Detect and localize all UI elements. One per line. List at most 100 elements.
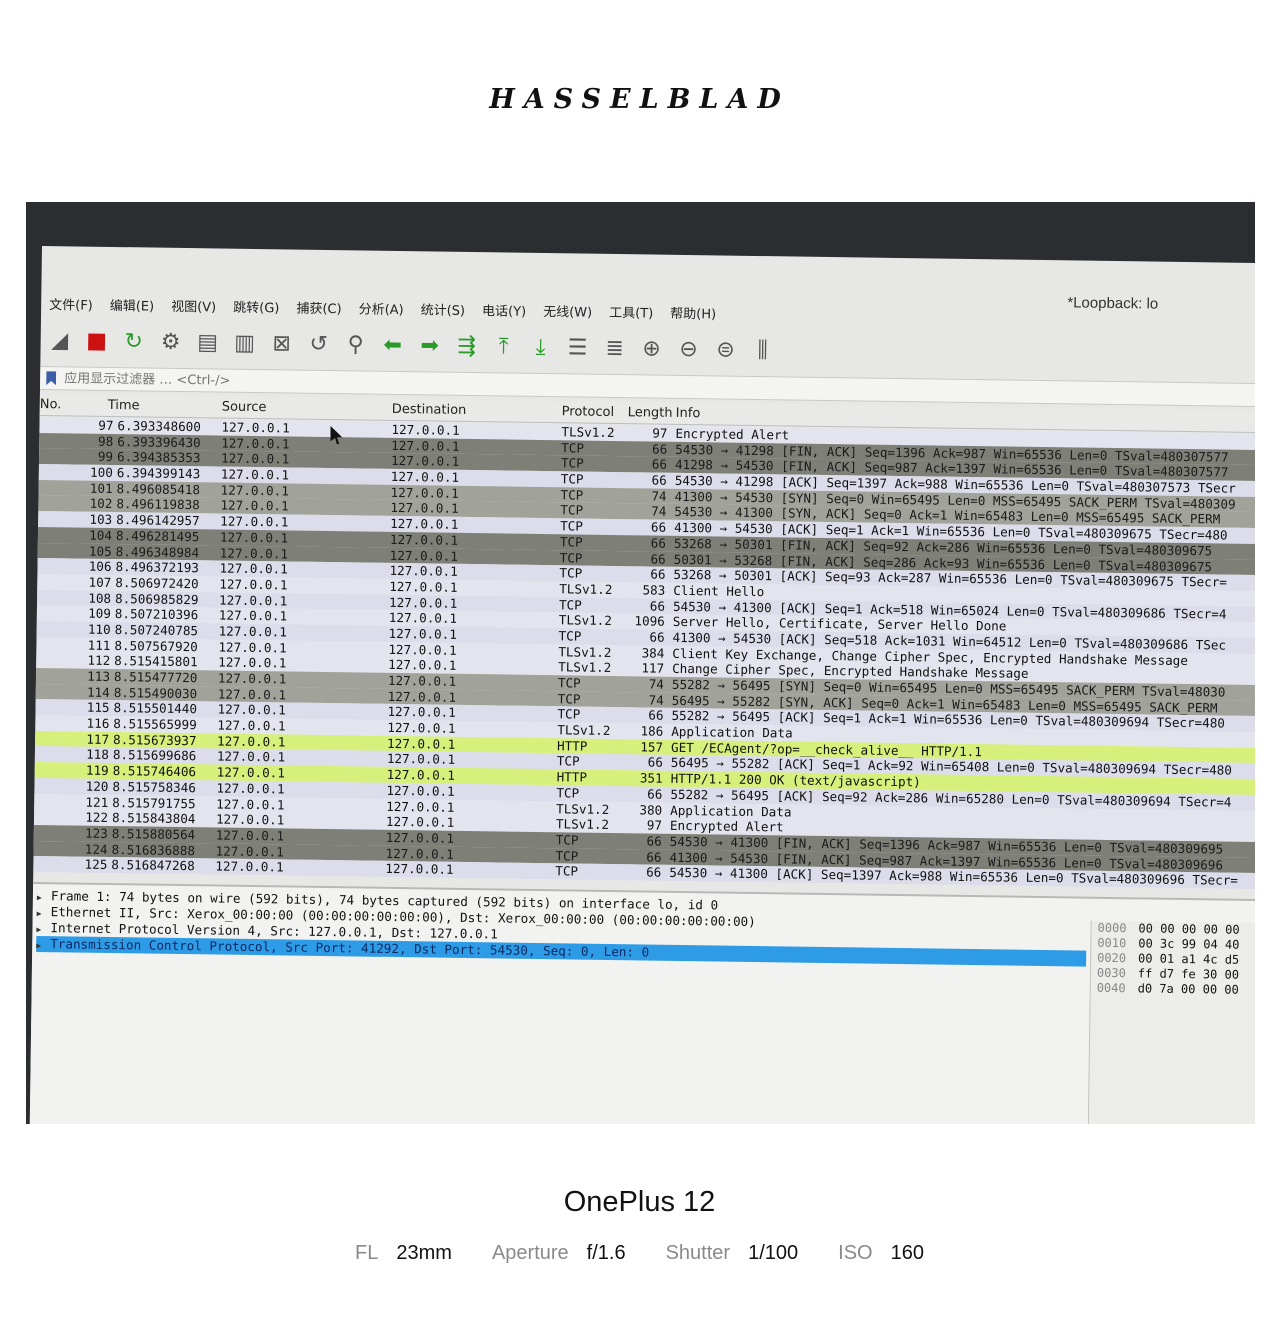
packet-destination: 127.0.0.1 xyxy=(391,437,460,454)
stop-capture-icon[interactable]: ■ xyxy=(81,327,111,357)
packet-protocol: TLSv1.2 xyxy=(559,581,613,597)
restart-capture-icon[interactable]: ↻ xyxy=(118,327,148,357)
packet-info: Application Data xyxy=(671,723,793,741)
zoom-reset-icon[interactable]: ⊜ xyxy=(710,335,740,365)
go-last-packet-icon[interactable]: ⤓ xyxy=(525,333,555,363)
menu-item[interactable]: 统计(S) xyxy=(421,299,466,322)
packet-source: 127.0.0.1 xyxy=(216,795,285,812)
close-file-icon[interactable]: ⊠ xyxy=(266,329,296,359)
column-header-length[interactable]: Length xyxy=(628,405,673,421)
packet-length: 66 xyxy=(651,456,668,473)
packet-length: 66 xyxy=(651,441,668,457)
reload-file-icon[interactable]: ↺ xyxy=(303,330,333,360)
packet-destination: 127.0.0.1 xyxy=(387,672,457,689)
packet-length: 74 xyxy=(648,692,664,708)
menu-item[interactable]: 跳转(G) xyxy=(233,297,280,320)
expand-arrow-icon[interactable]: ▶ xyxy=(36,938,50,954)
packet-length: 74 xyxy=(651,488,667,504)
wireshark-window: *Loopback: lo 文件(F) 编辑(E) 视图(V) 跳转(G) 捕获(C) 分… xyxy=(29,246,1255,1124)
hex-offset: 0010 xyxy=(1097,935,1127,951)
packet-time: 6.394399143 xyxy=(116,465,201,482)
menu-item[interactable]: 电话(Y) xyxy=(482,300,526,323)
packet-source: 127.0.0.1 xyxy=(216,780,285,797)
save-file-icon[interactable]: ▥ xyxy=(229,329,259,359)
hex-offset: 0040 xyxy=(1096,980,1126,996)
packet-length: 66 xyxy=(646,864,662,880)
menu-item[interactable]: 编辑(E) xyxy=(110,295,155,318)
packet-source: 127.0.0.1 xyxy=(218,639,287,656)
camera-specs: FL 23mm Aperture f/1.6 Shutter 1/100 ISO 160 xyxy=(0,1242,1279,1265)
bookmark-icon[interactable] xyxy=(46,371,56,385)
menu-item[interactable]: 帮助(H) xyxy=(670,303,716,326)
column-header-source[interactable]: Source xyxy=(222,400,267,416)
autoscroll-icon[interactable]: ☰ xyxy=(562,333,592,363)
packet-source: 127.0.0.1 xyxy=(218,654,287,671)
packet-length: 66 xyxy=(646,833,662,849)
column-header-no[interactable]: No. xyxy=(40,397,62,412)
brand-watermark: HASSELBLAD xyxy=(489,84,790,115)
column-header-time[interactable]: Time xyxy=(108,398,140,413)
packet-destination: 127.0.0.1 xyxy=(385,814,455,830)
packet-time: 8.496142957 xyxy=(116,512,200,529)
packet-destination: 127.0.0.1 xyxy=(391,421,460,438)
packet-protocol: TCP xyxy=(560,487,584,503)
menu-bar: 文件(F) 编辑(E) 视图(V) 跳转(G) 捕获(C) 分析(A) 统计(S) 电话(Y)… xyxy=(49,294,733,326)
packet-length: 74 xyxy=(648,676,665,692)
capture-options-icon[interactable]: ⚙ xyxy=(155,328,185,358)
hex-bytes: 00 00 00 00 00 xyxy=(1138,921,1240,937)
column-header-destination[interactable]: Destination xyxy=(392,402,467,418)
packet-info: Client Hello xyxy=(673,582,765,599)
packet-source: 127.0.0.1 xyxy=(217,701,286,718)
packet-length: 66 xyxy=(650,535,667,551)
go-forward-icon[interactable]: ➡ xyxy=(414,331,444,361)
packet-length: 66 xyxy=(647,786,663,802)
packet-length: 66 xyxy=(649,598,666,614)
packet-destination: 127.0.0.1 xyxy=(389,563,458,580)
display-filter-input[interactable] xyxy=(64,370,665,395)
menu-item[interactable]: 视图(V) xyxy=(171,296,216,319)
open-file-icon[interactable]: ▤ xyxy=(192,328,222,358)
packet-source: 127.0.0.1 xyxy=(220,482,289,499)
hex-bytes: ff d7 fe 30 00 xyxy=(1137,966,1240,982)
go-to-packet-icon[interactable]: ⇶ xyxy=(451,332,481,362)
menu-item[interactable]: 工具(T) xyxy=(609,302,653,325)
packet-time: 8.516847268 xyxy=(111,857,195,874)
packet-destination: 127.0.0.1 xyxy=(390,453,460,470)
menu-item[interactable]: 捕获(C) xyxy=(296,298,342,321)
packet-length: 186 xyxy=(640,723,664,739)
packet-protocol: HTTP xyxy=(556,737,588,754)
packet-destination: 127.0.0.1 xyxy=(386,766,456,783)
packet-no: 108 xyxy=(88,590,112,606)
packet-source: 127.0.0.1 xyxy=(217,733,286,750)
packet-destination: 127.0.0.1 xyxy=(388,625,457,642)
packet-protocol: TCP xyxy=(558,628,582,644)
menu-item[interactable]: 无线(W) xyxy=(543,301,592,324)
spec-value: f/1.6 xyxy=(586,1242,626,1264)
packet-destination: 127.0.0.1 xyxy=(387,688,457,705)
packet-destination: 127.0.0.1 xyxy=(386,735,456,752)
packet-protocol: TLSv1.2 xyxy=(556,800,610,817)
resize-columns-icon[interactable]: ⫼ xyxy=(747,336,777,366)
zoom-in-icon[interactable]: ⊕ xyxy=(636,334,666,364)
packet-protocol: TCP xyxy=(560,455,584,471)
packet-length: 66 xyxy=(648,707,664,724)
colorize-icon[interactable]: ≣ xyxy=(599,334,629,364)
shark-fin-start-icon[interactable]: ◢ xyxy=(44,326,74,356)
packet-source: 127.0.0.1 xyxy=(217,717,286,734)
hex-row[interactable]: 0040 d0 7a 00 00 00 xyxy=(1091,981,1255,999)
packet-length: 384 xyxy=(641,645,665,661)
packet-source: 127.0.0.1 xyxy=(215,858,284,875)
column-header-protocol[interactable]: Protocol xyxy=(562,404,615,420)
packet-no: 119 xyxy=(85,762,109,779)
packet-no: 115 xyxy=(86,700,110,716)
column-header-info[interactable]: Info xyxy=(676,406,701,421)
go-back-icon[interactable]: ⬅ xyxy=(377,331,407,361)
zoom-out-icon[interactable]: ⊖ xyxy=(673,335,703,365)
find-packet-icon[interactable]: ⚲ xyxy=(340,330,370,360)
menu-item[interactable]: 文件(F) xyxy=(49,294,93,317)
menu-item[interactable]: 分析(A) xyxy=(358,298,404,321)
go-first-packet-icon[interactable]: ⤒ xyxy=(488,332,518,362)
packet-protocol: TCP xyxy=(558,596,582,613)
packet-time: 8.515673937 xyxy=(113,731,197,748)
spec-value: 1/100 xyxy=(748,1242,799,1264)
